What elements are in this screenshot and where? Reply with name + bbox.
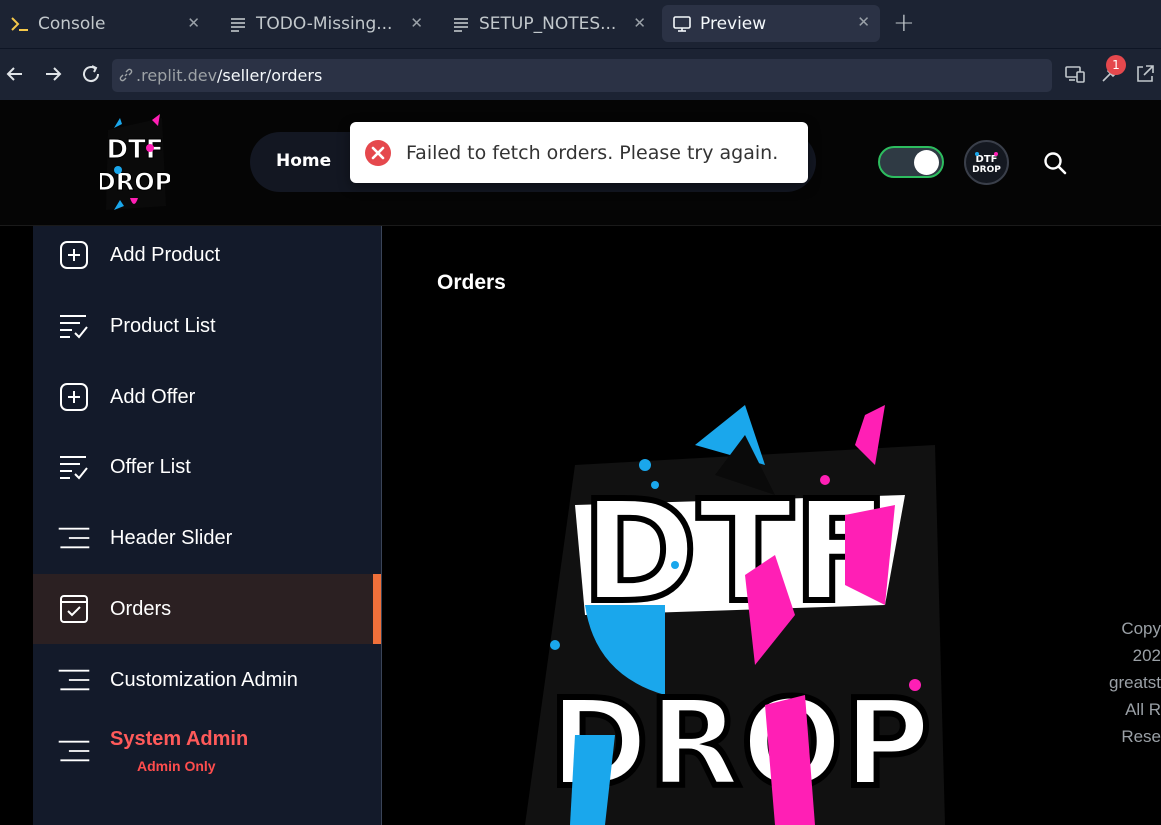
tab-label: TODO-Missing... bbox=[256, 14, 393, 34]
close-icon[interactable]: ✕ bbox=[187, 14, 200, 32]
plus-square-icon bbox=[57, 380, 91, 414]
svg-text:DROP: DROP bbox=[972, 165, 1001, 175]
sidebar-item-label: Header Slider bbox=[110, 526, 233, 549]
sidebar-item-add-product[interactable]: Add Product bbox=[33, 220, 381, 290]
tab-label: SETUP_NOTES... bbox=[479, 14, 617, 34]
close-icon[interactable]: ✕ bbox=[857, 13, 870, 31]
sidebar-item-label: Offer List bbox=[110, 455, 191, 478]
page-title: Orders bbox=[437, 271, 506, 294]
tab-label: Console bbox=[38, 14, 106, 34]
sidebar-item-header-slider[interactable]: Header Slider bbox=[33, 503, 381, 573]
copyright-line: greatst bbox=[1109, 673, 1161, 692]
sidebar-item-label: System Admin bbox=[110, 728, 249, 750]
copyright-line: Copy bbox=[1121, 619, 1161, 638]
nav-home-link[interactable]: Home bbox=[276, 151, 331, 171]
lines-icon bbox=[57, 734, 91, 768]
new-tab-button[interactable]: + bbox=[893, 8, 915, 38]
site-header: DTF DROP Home Failed to fetch orders. Pl… bbox=[0, 100, 1161, 226]
lines-icon bbox=[57, 663, 91, 697]
toast-message: Failed to fetch orders. Please try again… bbox=[406, 141, 779, 164]
avatar[interactable]: DTF DROP bbox=[964, 140, 1009, 185]
terminal-icon bbox=[10, 14, 30, 34]
address-bar: .replit.dev/seller/orders bbox=[0, 48, 1161, 100]
sidebar-item-orders[interactable]: Orders bbox=[33, 574, 381, 644]
close-icon[interactable]: ✕ bbox=[410, 14, 423, 32]
theme-toggle[interactable] bbox=[878, 146, 944, 178]
copyright-line: 202 bbox=[1132, 646, 1161, 665]
tab-label: Preview bbox=[700, 13, 767, 34]
url-host: .replit.dev bbox=[136, 66, 218, 85]
devices-icon[interactable] bbox=[1064, 63, 1086, 85]
sidebar-item-label: Product List bbox=[110, 314, 216, 337]
notification-badge: 1 bbox=[1106, 55, 1126, 75]
sidebar-item-system-admin[interactable]: System Admin Admin Only bbox=[33, 716, 381, 786]
copyright-text: Copy 202 greatst All R Rese bbox=[1062, 615, 1161, 750]
document-icon bbox=[451, 14, 471, 34]
svg-text:DTF: DTF bbox=[976, 154, 998, 165]
link-icon bbox=[118, 67, 134, 87]
sidebar-item-label: Add Product bbox=[110, 243, 221, 266]
sidebar-item-customization-admin[interactable]: Customization Admin bbox=[33, 645, 381, 715]
sidebar-item-add-offer[interactable]: Add Offer bbox=[33, 362, 381, 432]
copyright-line: All R bbox=[1125, 700, 1161, 719]
back-icon[interactable] bbox=[4, 63, 26, 85]
sidebar-item-product-list[interactable]: Product List bbox=[33, 291, 381, 361]
tab-bar: Console ✕ TODO-Missing... ✕ SETUP_NOTES.… bbox=[0, 0, 1161, 48]
error-icon bbox=[364, 139, 392, 167]
svg-text:DTF: DTF bbox=[106, 135, 163, 165]
document-icon bbox=[228, 14, 248, 34]
checklist-icon bbox=[57, 309, 91, 343]
tab-preview[interactable]: Preview ✕ bbox=[662, 5, 880, 42]
brand-logo[interactable]: DTF DROP bbox=[95, 110, 173, 214]
tab-console[interactable]: Console ✕ bbox=[0, 6, 210, 42]
tab-todo[interactable]: TODO-Missing... ✕ bbox=[218, 6, 433, 42]
svg-text:DROP: DROP bbox=[100, 168, 170, 196]
sidebar-item-label: Orders bbox=[110, 597, 172, 620]
monitor-icon bbox=[672, 14, 692, 34]
sidebar-item-label: Add Offer bbox=[110, 385, 196, 408]
checklist-icon bbox=[57, 450, 91, 484]
sidebar-item-label: Customization Admin bbox=[110, 668, 298, 691]
seller-sidebar: Add Product Product List Add Offer Offer… bbox=[33, 226, 382, 825]
open-external-icon[interactable] bbox=[1134, 63, 1156, 85]
active-indicator bbox=[373, 574, 381, 644]
sidebar-item-offer-list[interactable]: Offer List bbox=[33, 432, 381, 502]
toggle-knob bbox=[914, 150, 939, 175]
copyright-line: Rese bbox=[1121, 727, 1161, 746]
close-icon[interactable]: ✕ bbox=[633, 14, 646, 32]
error-toast: Failed to fetch orders. Please try again… bbox=[350, 122, 808, 183]
lines-icon bbox=[57, 521, 91, 555]
search-icon[interactable] bbox=[1042, 150, 1068, 176]
loading-logo-image: DTF DROP bbox=[515, 405, 955, 825]
url-field[interactable]: .replit.dev/seller/orders bbox=[112, 59, 1052, 92]
plus-square-icon bbox=[57, 238, 91, 272]
forward-icon[interactable] bbox=[42, 63, 64, 85]
admin-only-badge: Admin Only bbox=[137, 758, 216, 774]
tab-setup-notes[interactable]: SETUP_NOTES... ✕ bbox=[441, 6, 656, 42]
url-path: /seller/orders bbox=[217, 66, 323, 85]
reload-icon[interactable] bbox=[80, 63, 102, 85]
check-square-icon bbox=[57, 592, 91, 626]
